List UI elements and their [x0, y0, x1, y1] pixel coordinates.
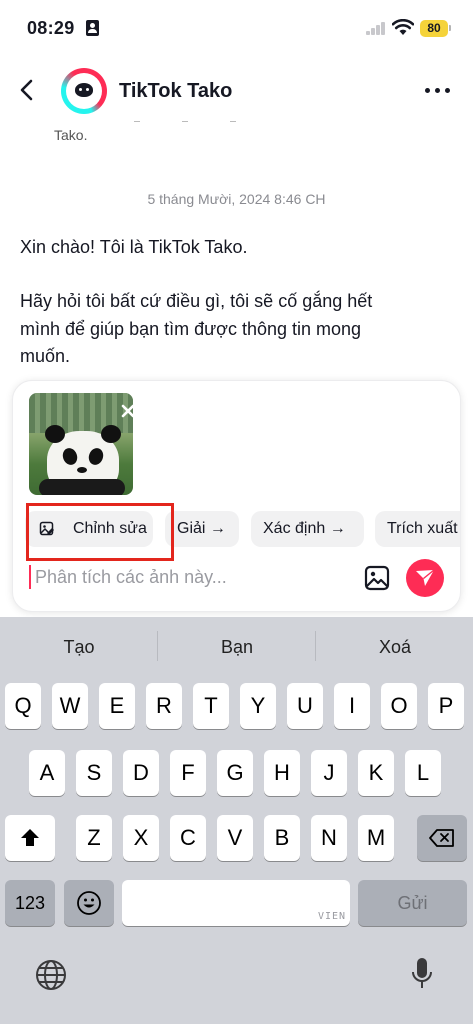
cut-text-fragment — [230, 121, 236, 122]
backspace-key[interactable] — [417, 815, 467, 861]
cut-text-fragment — [134, 121, 140, 122]
status-time: 08:29 — [27, 18, 75, 38]
key-t[interactable]: T — [193, 683, 229, 729]
chip-extract[interactable]: Trích xuất — [375, 511, 460, 547]
chip-explain[interactable]: Giải → — [165, 511, 239, 547]
shift-icon — [21, 829, 39, 846]
emoji-key[interactable] — [64, 880, 114, 926]
battery-cap — [449, 25, 451, 31]
suggestion-word[interactable]: Xoá — [320, 637, 470, 658]
key-d[interactable]: D — [123, 750, 159, 796]
key-e[interactable]: E — [99, 683, 135, 729]
backspace-icon — [429, 829, 454, 847]
remove-image-icon[interactable] — [118, 401, 133, 421]
bot-message-line: muốn. — [20, 346, 71, 366]
bot-greeting: Xin chào! Tôi là TikTok Tako. — [20, 237, 248, 257]
status-bar: 08:29 80 — [0, 0, 473, 60]
numbers-key[interactable]: 123 — [5, 880, 55, 926]
chat-header: TikTok Tako — [0, 60, 473, 122]
image-picker-icon[interactable] — [364, 565, 390, 591]
chip-identify[interactable]: Xác định → — [251, 511, 364, 547]
key-y[interactable]: Y — [240, 683, 276, 729]
message-timestamp: 5 tháng Mười, 2024 8:46 CH — [147, 191, 326, 207]
key-r[interactable]: R — [146, 683, 182, 729]
tako-face-icon — [75, 83, 93, 97]
previous-message-fragment: Tako. — [54, 127, 88, 143]
globe-icon[interactable] — [34, 958, 68, 992]
more-options-icon[interactable] — [425, 88, 451, 94]
bot-avatar[interactable] — [61, 68, 107, 114]
bot-message-line: Hãy hỏi tôi bất cứ điều gì, tôi sẽ cố gắ… — [20, 291, 373, 311]
suggestion-word[interactable]: Tạo — [4, 637, 154, 658]
key-a[interactable]: A — [29, 750, 65, 796]
back-arrow-icon[interactable] — [16, 76, 40, 104]
input-placeholder: Phân tích các ảnh này... — [35, 567, 227, 587]
suggestion-word[interactable]: Bạn — [162, 637, 312, 658]
text-cursor — [29, 565, 31, 589]
microphone-icon[interactable] — [410, 956, 434, 992]
suggestion-divider — [157, 631, 158, 661]
key-m[interactable]: M — [358, 815, 394, 861]
key-f[interactable]: F — [170, 750, 206, 796]
key-j[interactable]: J — [311, 750, 347, 796]
shift-key[interactable] — [5, 815, 55, 861]
key-v[interactable]: V — [217, 815, 253, 861]
key-u[interactable]: U — [287, 683, 323, 729]
key-p[interactable]: P — [428, 683, 464, 729]
key-z[interactable]: Z — [76, 815, 112, 861]
key-i[interactable]: I — [334, 683, 370, 729]
space-key[interactable] — [122, 880, 350, 926]
wifi-icon — [392, 19, 414, 35]
key-o[interactable]: O — [381, 683, 417, 729]
return-key[interactable]: Gửi — [358, 880, 467, 926]
suggestion-divider — [315, 631, 316, 661]
key-w[interactable]: W — [52, 683, 88, 729]
composer-card: Chỉnh sửa Giải → Xác định → Trích xuất P… — [12, 380, 461, 612]
key-n[interactable]: N — [311, 815, 347, 861]
key-k[interactable]: K — [358, 750, 394, 796]
bot-name[interactable]: TikTok Tako — [119, 80, 232, 103]
key-x[interactable]: X — [123, 815, 159, 861]
contact-card-icon — [86, 20, 99, 36]
key-q[interactable]: Q — [5, 683, 41, 729]
key-h[interactable]: H — [264, 750, 300, 796]
bot-message-line: mình để giúp bạn tìm được thông tin mong — [20, 319, 362, 339]
send-button[interactable] — [406, 559, 444, 597]
highlight-box — [26, 503, 174, 561]
attached-image-thumbnail[interactable] — [29, 393, 133, 495]
key-g[interactable]: G — [217, 750, 253, 796]
key-b[interactable]: B — [264, 815, 300, 861]
key-s[interactable]: S — [76, 750, 112, 796]
keyboard: Tạo Bạn Xoá Q W E R T Y U I O P A S D F … — [0, 617, 473, 1024]
battery-indicator: 80 — [420, 20, 448, 37]
key-l[interactable]: L — [405, 750, 441, 796]
send-icon — [416, 569, 435, 586]
emoji-icon — [77, 891, 101, 915]
message-input[interactable]: Phân tích các ảnh này... — [13, 559, 460, 599]
language-indicator: VIEN — [318, 911, 347, 922]
signal-icon — [366, 22, 386, 35]
key-c[interactable]: C — [170, 815, 206, 861]
cut-text-fragment — [182, 121, 188, 122]
